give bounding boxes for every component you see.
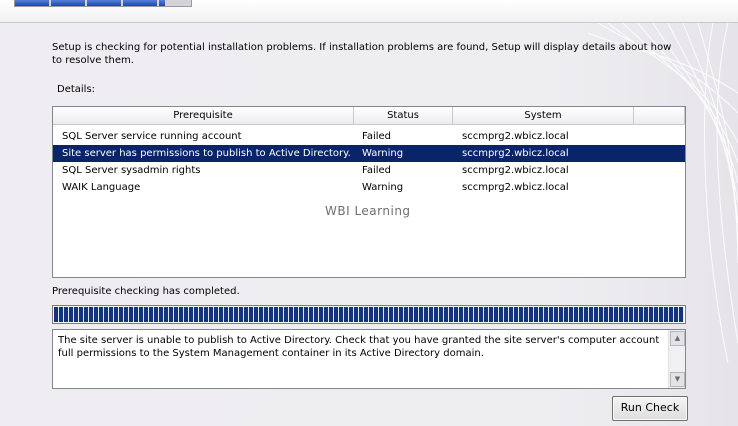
table-row[interactable]: SQL Server sysadmin rights Failed sccmpr… <box>53 162 685 179</box>
top-band <box>0 0 738 22</box>
column-header-filler <box>634 107 685 125</box>
table-row[interactable]: WAIK Language Warning sccmprg2.wbicz.loc… <box>53 179 685 196</box>
table-row[interactable]: SQL Server service running account Faile… <box>53 128 685 145</box>
wizard-progress-segment <box>51 0 85 6</box>
details-scrollbar[interactable]: ▲ ▼ <box>668 330 685 388</box>
list-header: Prerequisite Status System <box>53 107 685 125</box>
cell-prerequisite: WAIK Language <box>62 182 141 193</box>
intro-text: Setup is checking for potential installa… <box>52 42 672 66</box>
column-header-status[interactable]: Status <box>354 107 453 125</box>
column-header-prerequisite[interactable]: Prerequisite <box>53 107 354 125</box>
cell-system: sccmprg2.wbicz.local <box>462 182 569 193</box>
details-textbox[interactable]: The site server is unable to publish to … <box>52 329 686 389</box>
wizard-progress-bar <box>14 0 192 7</box>
wizard-progress-segment <box>15 0 49 6</box>
prerequisite-list[interactable]: Prerequisite Status System SQL Server se… <box>52 106 686 278</box>
wizard-progress-segment <box>159 0 165 6</box>
table-row-selected[interactable]: Site server has permissions to publish t… <box>53 145 685 162</box>
watermark-text: WBI Learning <box>325 204 411 218</box>
cell-status: Warning <box>362 182 404 193</box>
wizard-progress-segment <box>87 0 121 6</box>
prerequisite-progress-bar <box>52 305 686 324</box>
cell-system: sccmprg2.wbicz.local <box>462 148 569 159</box>
cell-prerequisite: Site server has permissions to publish t… <box>62 148 351 159</box>
progress-label: Prerequisite checking has completed. <box>52 286 240 297</box>
cell-prerequisite: SQL Server service running account <box>62 131 242 142</box>
column-header-system[interactable]: System <box>453 107 634 125</box>
details-label: Details: <box>57 84 96 95</box>
cell-prerequisite: SQL Server sysadmin rights <box>62 165 201 176</box>
run-check-button[interactable]: Run Check <box>612 396 688 421</box>
cell-system: sccmprg2.wbicz.local <box>462 131 569 142</box>
cell-status: Failed <box>362 131 392 142</box>
cell-status: Failed <box>362 165 392 176</box>
scroll-up-arrow-icon[interactable]: ▲ <box>670 331 685 346</box>
scroll-down-arrow-icon[interactable]: ▼ <box>670 372 685 387</box>
wizard-progress-segment <box>123 0 157 6</box>
progress-fill <box>54 307 684 322</box>
cell-system: sccmprg2.wbicz.local <box>462 165 569 176</box>
details-text: The site server is unable to publish to … <box>58 335 660 359</box>
cell-status: Warning <box>362 148 404 159</box>
